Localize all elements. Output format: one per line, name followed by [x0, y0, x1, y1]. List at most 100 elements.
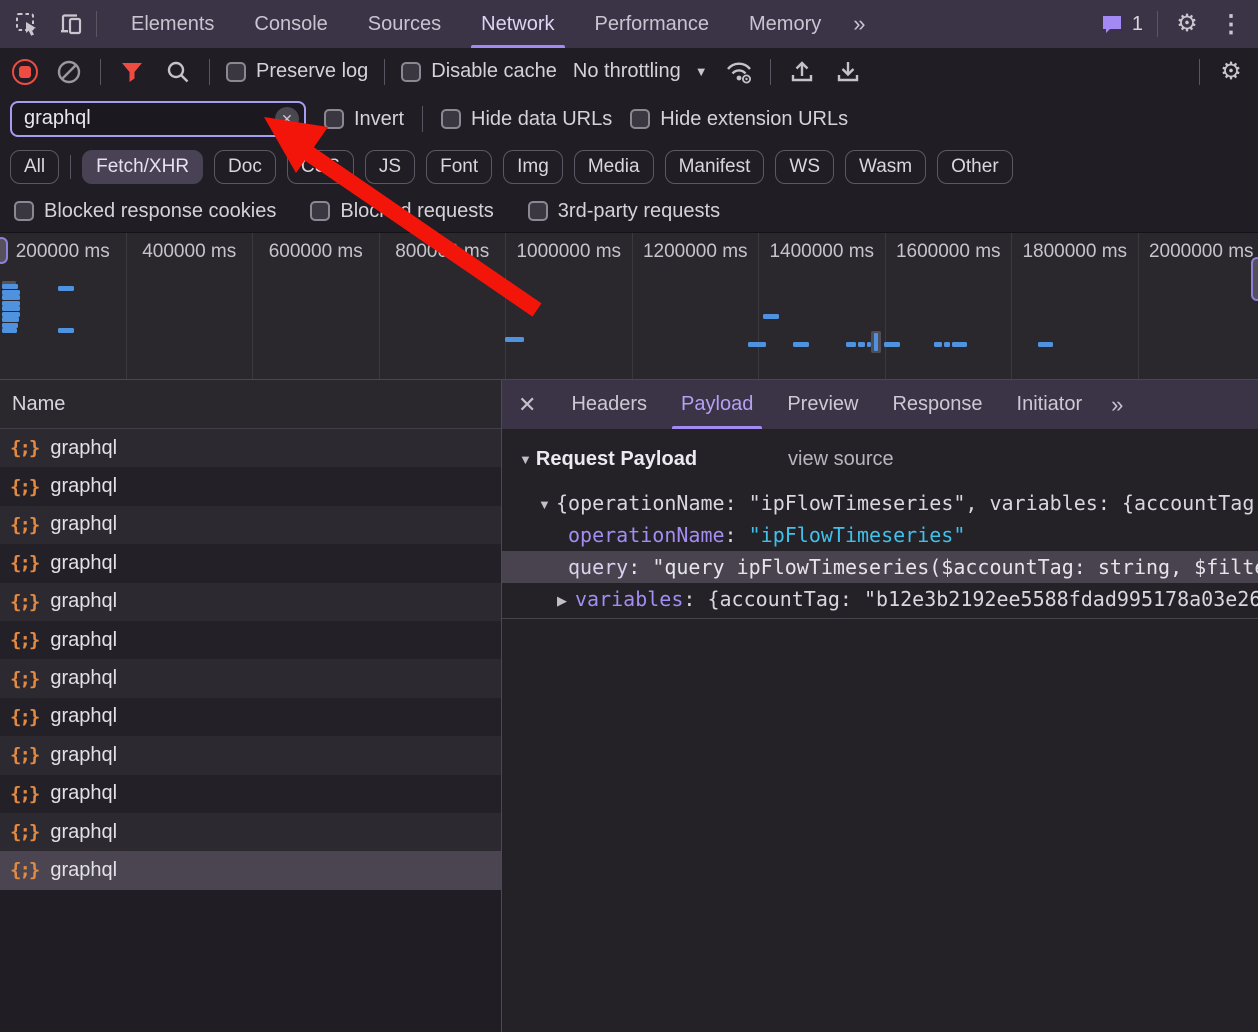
blocked-requests-checkbox[interactable]: Blocked requests — [310, 200, 493, 223]
checkbox-box[interactable] — [630, 109, 650, 129]
checkbox-box[interactable] — [401, 62, 421, 82]
settings-gear-icon[interactable]: ⚙ — [1172, 9, 1202, 39]
detail-tab-preview[interactable]: Preview — [770, 380, 875, 429]
tab-console[interactable]: Console — [234, 0, 347, 48]
detail-tab-strip: HeadersPayloadPreviewResponseInitiator — [554, 381, 1099, 429]
kebab-menu-icon[interactable]: ⋮ — [1216, 9, 1246, 39]
collapse-triangle-icon[interactable]: ▼ — [519, 452, 532, 467]
payload-query-line[interactable]: query: "query ipFlowTimeseries($accountT… — [502, 551, 1258, 583]
view-source-link[interactable]: view source — [788, 448, 894, 471]
devtools-tab-bar: ElementsConsoleSourcesNetworkPerformance… — [0, 0, 1258, 48]
filter-chip-js[interactable]: JS — [365, 150, 415, 184]
clear-filter-icon[interactable]: ✕ — [275, 107, 299, 131]
detail-tab-bar: ✕ HeadersPayloadPreviewResponseInitiator… — [502, 380, 1258, 429]
request-row[interactable]: {;}graphql — [0, 775, 501, 813]
third-party-requests-checkbox[interactable]: 3rd-party requests — [528, 200, 720, 223]
filter-chip-media[interactable]: Media — [574, 150, 654, 184]
filter-chip-fetch-xhr[interactable]: Fetch/XHR — [82, 150, 203, 184]
filter-chip-manifest[interactable]: Manifest — [665, 150, 765, 184]
detail-tab-response[interactable]: Response — [875, 380, 999, 429]
network-settings-gear-icon[interactable]: ⚙ — [1216, 57, 1246, 87]
request-row[interactable]: {;}graphql — [0, 621, 501, 659]
checkbox-box[interactable] — [14, 201, 34, 221]
request-row[interactable]: {;}graphql — [0, 698, 501, 736]
request-row[interactable]: {;}graphql — [0, 583, 501, 621]
request-timing-bar — [2, 284, 18, 289]
request-row[interactable]: {;}graphql — [0, 851, 501, 889]
filter-chip-font[interactable]: Font — [426, 150, 492, 184]
invert-label: Invert — [354, 108, 404, 131]
hide-extension-urls-checkbox[interactable]: Hide extension URLs — [630, 108, 848, 131]
checkbox-box[interactable] — [528, 201, 548, 221]
checkbox-box[interactable] — [226, 62, 246, 82]
request-timing-bar — [846, 342, 856, 347]
filter-funnel-icon[interactable] — [117, 57, 147, 87]
more-panels-chevron-icon[interactable]: » — [841, 11, 875, 37]
network-conditions-icon[interactable] — [724, 57, 754, 87]
filter-chip-img[interactable]: Img — [503, 150, 563, 184]
blocked-response-cookies-checkbox[interactable]: Blocked response cookies — [14, 200, 276, 223]
json-braces-icon: {;} — [10, 591, 38, 613]
checkbox-box[interactable] — [324, 109, 344, 129]
json-braces-icon: {;} — [10, 437, 38, 459]
json-braces-icon: {;} — [10, 821, 38, 843]
detail-more-tabs-chevron-icon[interactable]: » — [1099, 392, 1133, 418]
preserve-log-checkbox[interactable]: Preserve log — [226, 60, 368, 83]
close-details-icon[interactable]: ✕ — [502, 392, 554, 418]
clear-network-log-icon[interactable] — [54, 57, 84, 87]
filter-chip-css[interactable]: CSS — [287, 150, 354, 184]
tab-sources[interactable]: Sources — [348, 0, 461, 48]
collapse-triangle-icon[interactable]: ▼ — [538, 489, 556, 519]
name-column-header[interactable]: Name — [0, 380, 501, 429]
tab-performance[interactable]: Performance — [575, 0, 730, 48]
request-row[interactable]: {;}graphql — [0, 506, 501, 544]
request-row[interactable]: {;}graphql — [0, 736, 501, 774]
json-braces-icon: {;} — [10, 744, 38, 766]
request-row[interactable]: {;}graphql — [0, 429, 501, 467]
filter-chip-all[interactable]: All — [10, 150, 59, 184]
checkbox-box[interactable] — [310, 201, 330, 221]
invert-checkbox[interactable]: Invert — [324, 108, 404, 131]
timeline-scroll-handle-left[interactable] — [0, 237, 8, 264]
issues-button[interactable]: 1 — [1100, 12, 1143, 36]
throttling-dropdown[interactable]: No throttling ▼ — [573, 60, 708, 83]
timeline-scroll-handle-right[interactable] — [1251, 257, 1258, 301]
hide-data-urls-checkbox[interactable]: Hide data URLs — [441, 108, 612, 131]
request-timing-bar — [934, 342, 942, 347]
disable-cache-checkbox[interactable]: Disable cache — [401, 60, 557, 83]
filter-chip-wasm[interactable]: Wasm — [845, 150, 926, 184]
filter-chip-ws[interactable]: WS — [775, 150, 834, 184]
checkbox-box[interactable] — [441, 109, 461, 129]
request-row[interactable]: {;}graphql — [0, 544, 501, 582]
detail-tab-headers[interactable]: Headers — [554, 380, 664, 429]
request-table-panel: Name {;}graphql{;}graphql{;}graphql{;}gr… — [0, 380, 501, 1032]
expand-triangle-icon[interactable]: ▶ — [557, 585, 575, 615]
throttling-value: No throttling — [573, 60, 681, 83]
devtools-window: ElementsConsoleSourcesNetworkPerformance… — [0, 0, 1258, 1032]
detail-tab-payload[interactable]: Payload — [664, 380, 770, 429]
export-har-icon[interactable] — [833, 57, 863, 87]
payload-root-line[interactable]: ▼{operationName: "ipFlowTimeseries", var… — [502, 487, 1258, 519]
filter-chip-other[interactable]: Other — [937, 150, 1013, 184]
record-network-log-button[interactable] — [12, 59, 38, 85]
detail-tab-initiator[interactable]: Initiator — [1000, 380, 1100, 429]
search-icon[interactable] — [163, 57, 193, 87]
import-har-icon[interactable] — [787, 57, 817, 87]
network-overview-timeline[interactable]: 200000 ms400000 ms600000 ms800000 ms1000… — [0, 232, 1258, 380]
request-timing-bar — [944, 342, 950, 347]
inspect-element-icon[interactable] — [12, 9, 42, 39]
payload-variables-line[interactable]: ▶variables: {accountTag: "b12e3b2192ee55… — [502, 583, 1258, 615]
tab-network[interactable]: Network — [461, 0, 574, 48]
request-row[interactable]: {;}graphql — [0, 659, 501, 697]
tab-elements[interactable]: Elements — [111, 0, 234, 48]
request-row[interactable]: {;}graphql — [0, 467, 501, 505]
filter-input[interactable] — [10, 101, 306, 137]
request-row[interactable]: {;}graphql — [0, 813, 501, 851]
filter-chip-doc[interactable]: Doc — [214, 150, 276, 184]
request-timing-bar — [748, 342, 766, 347]
device-toolbar-icon[interactable] — [56, 9, 86, 39]
json-braces-icon: {;} — [10, 476, 38, 498]
tab-memory[interactable]: Memory — [729, 0, 841, 48]
hide-data-urls-label: Hide data URLs — [471, 108, 612, 131]
payload-operation-name-line[interactable]: operationName: "ipFlowTimeseries" — [502, 519, 1258, 551]
